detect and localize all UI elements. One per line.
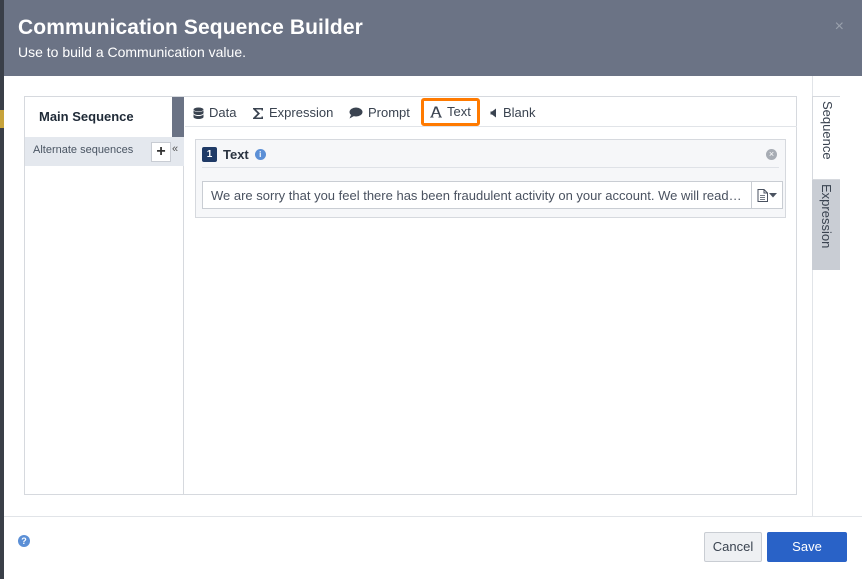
database-icon bbox=[193, 107, 204, 119]
close-icon[interactable]: × bbox=[835, 18, 844, 36]
collapse-panel-icon[interactable]: « bbox=[172, 143, 178, 155]
side-tabs: Sequence Expression bbox=[812, 96, 840, 270]
alternate-sequences-label: Alternate sequences bbox=[33, 144, 134, 156]
communication-sequence-builder-dialog: Communication Sequence Builder Use to bu… bbox=[4, 0, 862, 579]
speaker-icon bbox=[490, 108, 496, 118]
cancel-button[interactable]: Cancel bbox=[704, 532, 762, 562]
text-value-input[interactable]: We are sorry that you feel there has bee… bbox=[202, 181, 752, 209]
sigma-icon bbox=[253, 107, 263, 119]
toolbar-data-label: Data bbox=[209, 105, 237, 120]
block-number-badge: 1 bbox=[202, 147, 217, 162]
main-sequence-indicator bbox=[172, 97, 184, 137]
remove-block-icon[interactable]: × bbox=[766, 149, 777, 160]
tab-sequence-label: Sequence bbox=[820, 101, 835, 160]
block-title: Text bbox=[223, 147, 249, 162]
main-sequence-tab[interactable]: Main Sequence bbox=[25, 97, 172, 137]
toolbar-blank-label: Blank bbox=[503, 105, 536, 120]
toolbar-text-label: Text bbox=[447, 104, 471, 119]
add-sequence-button[interactable]: + bbox=[151, 142, 171, 162]
info-icon[interactable]: i bbox=[254, 149, 266, 160]
builder-frame: Main Sequence Alternate sequences + « Da… bbox=[24, 96, 797, 495]
toolbar-text-button[interactable]: Text bbox=[421, 98, 480, 126]
save-button[interactable]: Save bbox=[767, 532, 847, 562]
document-icon bbox=[757, 188, 768, 202]
dialog-header: Communication Sequence Builder Use to bu… bbox=[4, 0, 862, 76]
toolbar-blank-button[interactable]: Blank bbox=[490, 100, 536, 126]
footer-divider bbox=[4, 516, 862, 517]
chevron-down-icon bbox=[769, 192, 777, 197]
dialog-title: Communication Sequence Builder bbox=[18, 16, 363, 39]
toolbar-prompt-label: Prompt bbox=[368, 105, 410, 120]
block-header: 1 Text i bbox=[202, 147, 266, 162]
speech-bubble-icon bbox=[349, 107, 363, 119]
tab-expression[interactable]: Expression bbox=[812, 180, 840, 270]
sequence-panel: Main Sequence Alternate sequences + « bbox=[25, 97, 184, 494]
tab-sequence[interactable]: Sequence bbox=[812, 96, 840, 180]
font-icon bbox=[430, 106, 442, 118]
toolbar-expression-button[interactable]: Expression bbox=[252, 100, 333, 126]
text-block: 1 Text i × We are sorry that you feel th… bbox=[195, 139, 786, 218]
block-divider bbox=[202, 167, 779, 168]
toolbar-prompt-button[interactable]: Prompt bbox=[349, 100, 410, 126]
text-options-dropdown[interactable] bbox=[751, 181, 783, 209]
tab-expression-label: Expression bbox=[819, 184, 834, 249]
toolbar-data-button[interactable]: Data bbox=[193, 100, 236, 126]
dialog-subtitle: Use to build a Communication value. bbox=[18, 44, 247, 60]
toolbar-expression-label: Expression bbox=[269, 105, 334, 120]
help-icon[interactable]: ? bbox=[18, 535, 30, 547]
insert-toolbar: Data Expression Prompt Text Blank bbox=[185, 97, 797, 127]
